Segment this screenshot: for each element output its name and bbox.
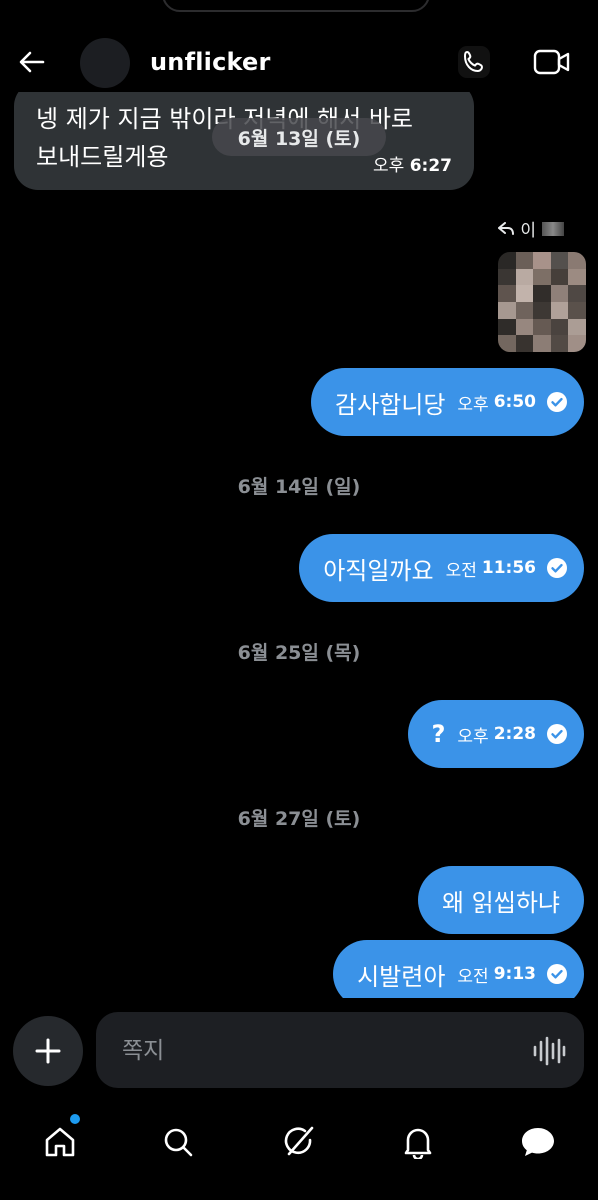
pixel-cell (568, 268, 586, 286)
date-separator: 6월 14일 (일) (237, 476, 361, 498)
pixel-cell (568, 252, 586, 269)
add-media-button[interactable] (13, 1016, 83, 1086)
message-text: 왜 읽씹하냐 (441, 888, 560, 917)
pixel-cell (498, 285, 516, 302)
waveform-icon (533, 1036, 566, 1066)
time-prefix: 오후 (457, 394, 489, 415)
message-time: 오후 6:27 (373, 151, 452, 176)
time-value: 11:56 (481, 558, 536, 578)
time-prefix: 오전 (457, 966, 489, 987)
arrow-left-icon (19, 51, 45, 73)
pixel-cell (550, 268, 569, 286)
message-input[interactable] (120, 1032, 504, 1070)
voice-message-button[interactable] (528, 1030, 570, 1072)
pixel-cell (533, 252, 551, 269)
read-check-icon (547, 724, 567, 744)
pixel-cell (533, 285, 551, 302)
time-prefix: 오후 (457, 726, 489, 747)
message-composer (0, 1008, 598, 1092)
home-icon (45, 1127, 75, 1157)
reply-arrow-icon (498, 221, 515, 235)
outgoing-message[interactable]: 아직일까요 오전 11:56 (299, 534, 584, 602)
time-prefix: 오전 (445, 560, 477, 581)
message-text: ? (431, 720, 446, 748)
video-camera-icon (533, 49, 570, 75)
pixel-cell (568, 285, 586, 302)
outgoing-message[interactable]: ? 오후 2:28 (407, 700, 584, 768)
read-check-icon (547, 558, 567, 578)
grok-icon (284, 1126, 314, 1156)
nav-messages[interactable] (510, 1114, 566, 1170)
messages-icon (522, 1128, 554, 1156)
time-value: 6:50 (493, 392, 536, 412)
pixel-cell (515, 318, 534, 336)
pixel-cell (533, 301, 551, 319)
pixel-cell (498, 301, 516, 319)
message-time: 오후 6:50 (457, 390, 536, 415)
pixel-cell (550, 335, 569, 352)
outgoing-message[interactable]: 시발련아 오전 9:13 (333, 940, 584, 998)
pixel-cell (533, 318, 551, 336)
call-button[interactable] (452, 40, 496, 84)
blurred-name (542, 221, 564, 236)
pixel-cell (568, 301, 586, 319)
message-text: 아직일까요 (323, 556, 434, 585)
nav-notifications[interactable] (390, 1114, 446, 1170)
read-check-icon (547, 964, 567, 984)
time-value: 2:28 (493, 724, 536, 744)
notification-dot (70, 1114, 80, 1124)
time-value: 6:27 (409, 156, 452, 176)
phone-icon (458, 46, 490, 78)
search-icon (164, 1128, 193, 1157)
message-time: 오전 11:56 (446, 556, 536, 581)
pixel-cell (533, 268, 551, 286)
outgoing-message[interactable]: 왜 읽씹하냐 (417, 866, 584, 934)
pixel-cell (515, 252, 534, 269)
pixel-cell (550, 318, 569, 336)
message-input-box[interactable] (96, 1012, 584, 1088)
pixel-cell (550, 252, 569, 269)
read-check-icon (547, 392, 567, 412)
nav-grok[interactable] (271, 1114, 327, 1170)
pixel-cell (533, 335, 551, 352)
pixel-cell (568, 335, 586, 352)
message-time: 오전 9:13 (457, 962, 536, 987)
back-button[interactable] (14, 44, 50, 80)
pixel-cell (550, 285, 569, 302)
pixel-cell (515, 301, 534, 319)
pixel-cell (515, 268, 534, 286)
outgoing-message[interactable]: 감사합니당 오후 6:50 (311, 368, 584, 436)
reply-indicator: 이 (498, 216, 564, 241)
username[interactable]: unflicker (150, 48, 271, 76)
pixel-cell (550, 301, 569, 319)
floating-date-pill: 6월 13일 (토) (212, 118, 386, 156)
pixel-cell (568, 318, 586, 336)
bell-icon (404, 1128, 432, 1159)
pixel-cell (498, 268, 516, 286)
date-separator: 6월 25일 (목) (237, 642, 361, 664)
date-separator: 6월 27일 (토) (237, 808, 361, 830)
nav-search[interactable] (150, 1114, 206, 1170)
message-thread[interactable]: 넹 제가 지금 밖이라 저녁에 해서 바로 보내드릴게용 오후 6:27 6월 … (0, 92, 598, 998)
plus-icon (35, 1038, 61, 1064)
nav-home[interactable] (32, 1114, 88, 1170)
avatar[interactable] (80, 38, 130, 88)
pixel-cell (515, 335, 534, 352)
bottom-navigation (0, 1100, 598, 1200)
pixel-cell (498, 335, 516, 352)
message-time: 오후 2:28 (457, 722, 536, 747)
message-text: 시발련아 (357, 962, 446, 991)
pixel-cell (498, 318, 516, 336)
message-text: 감사합니당 (335, 390, 446, 419)
pixel-cell (515, 285, 534, 302)
video-call-button[interactable] (530, 40, 574, 84)
chat-header: unflicker (0, 0, 598, 100)
pixel-cell (498, 252, 516, 269)
pixelated-image-attachment[interactable] (498, 252, 586, 352)
reply-tag-text: 이 (520, 221, 536, 241)
time-value: 9:13 (493, 964, 536, 984)
time-prefix: 오후 (373, 156, 405, 176)
